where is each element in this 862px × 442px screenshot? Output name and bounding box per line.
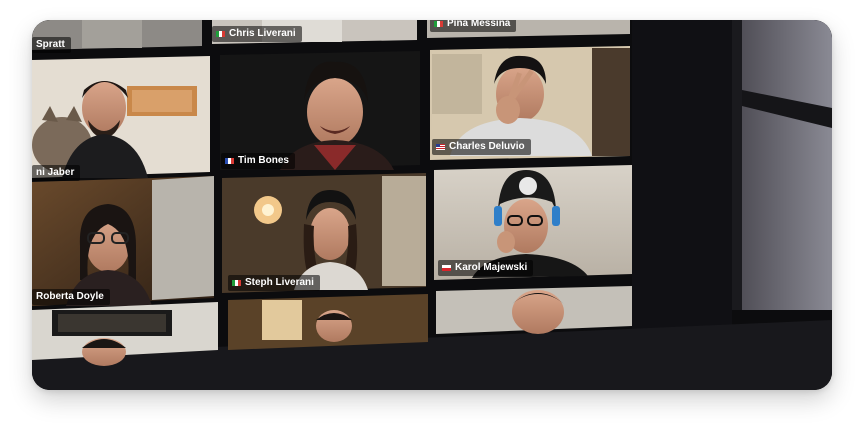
- participant-name: Chris Liverani: [229, 28, 296, 39]
- participant-name: ni Jaber: [36, 167, 75, 178]
- participant-label-steph-liverani: Steph Liverani: [228, 275, 320, 291]
- usa-flag-icon: [436, 144, 445, 150]
- italy-flag-icon: [232, 280, 241, 286]
- france-flag-icon: [225, 158, 234, 164]
- participant-label-karol-majewski: Karol Majewski: [438, 260, 534, 276]
- participant-name: Karol Majewski: [455, 262, 528, 273]
- participant-label-roberta-doyle: Roberta Doyle: [32, 289, 110, 305]
- participant-name: Roberta Doyle: [36, 291, 104, 302]
- tile-bottom-right: [436, 286, 632, 334]
- participant-label-pina-messina: Pina Messina: [430, 20, 517, 32]
- participant-label-charles-deluvio: Charles Deluvio: [432, 139, 531, 155]
- poland-flag-icon: [442, 265, 451, 271]
- italy-flag-icon: [434, 21, 443, 27]
- participant-label-chris-liverani: Chris Liverani: [212, 26, 302, 42]
- video-call-photo: [32, 20, 832, 390]
- tile-ni-jaber: [32, 56, 210, 178]
- participant-label-ni-jaber: ni Jaber: [32, 165, 81, 181]
- participant-name: Pina Messina: [447, 20, 511, 29]
- tile-bottom-middle: [228, 294, 428, 350]
- participant-name: Steph Liverani: [245, 277, 314, 288]
- participant-label-spratt: Spratt: [32, 37, 71, 53]
- italy-flag-icon: [216, 31, 225, 37]
- tile-roberta-doyle: [32, 176, 214, 306]
- right-reflection: [732, 20, 832, 310]
- photo-frame: Spratt Chris Liverani Pina Messina ni Ja…: [32, 20, 832, 390]
- participant-name: Charles Deluvio: [449, 141, 525, 152]
- participant-name: Spratt: [36, 39, 65, 50]
- participant-label-tim-bones: Tim Bones: [221, 153, 295, 169]
- participant-name: Tim Bones: [238, 155, 289, 166]
